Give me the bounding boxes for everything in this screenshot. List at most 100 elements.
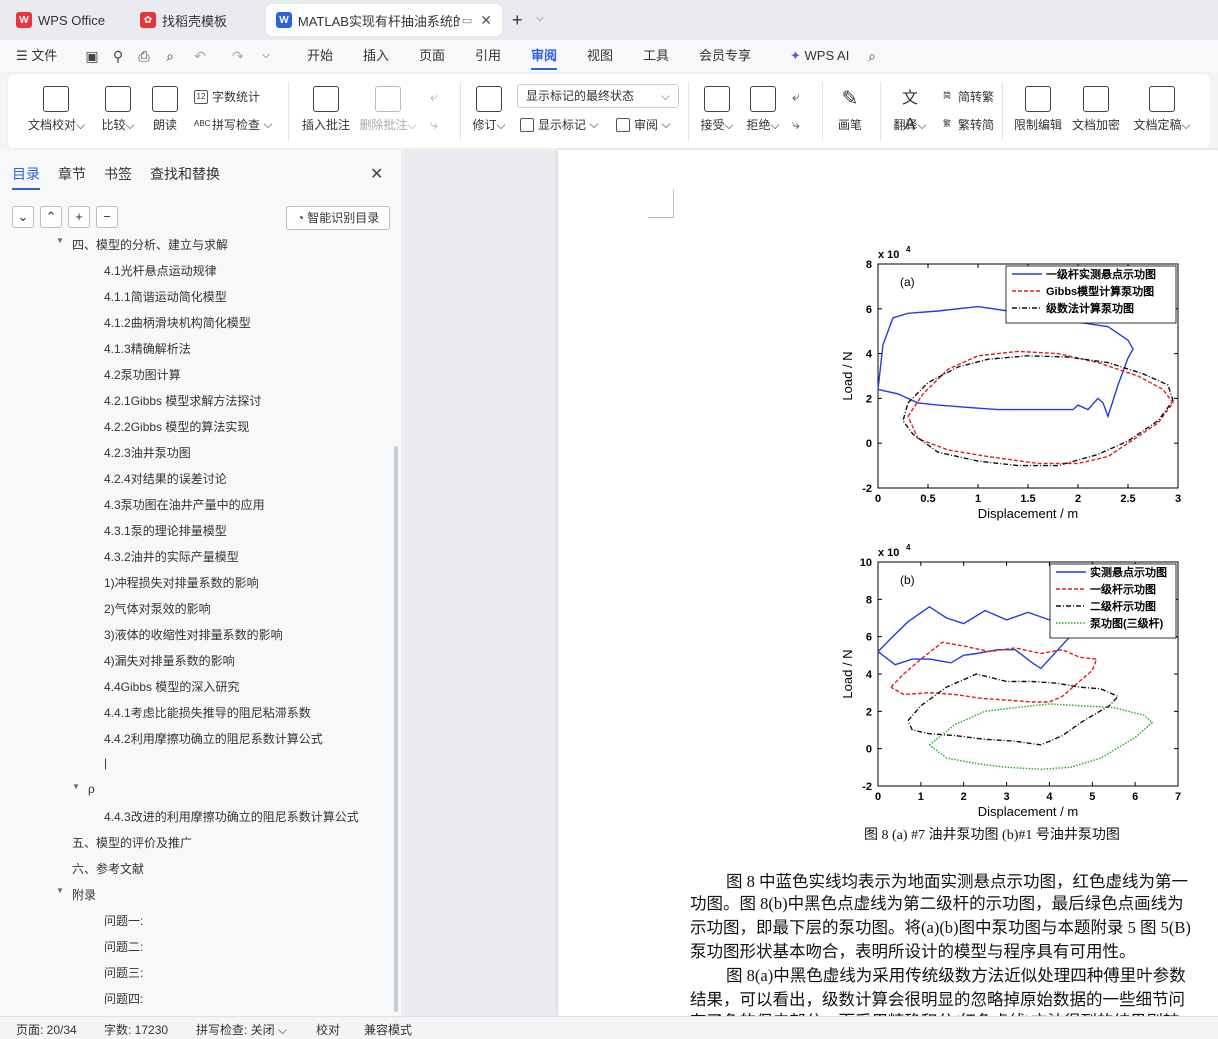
delete-comment-button[interactable]: 删除批注⌵ — [358, 86, 418, 133]
review-pane-button[interactable]: 审阅 ⌵ — [616, 116, 670, 133]
toc-item[interactable]: 4.1.3精确解析法 — [104, 340, 191, 357]
toc-item[interactable]: 4.3.1泵的理论排量模型 — [104, 522, 227, 539]
spell-check-status[interactable]: 拼写检查: 关闭 ⌵ — [196, 1021, 287, 1038]
toc-item[interactable]: 4.1.1简谐运动简化模型 — [104, 288, 227, 305]
read-aloud-button[interactable]: 朗读 — [148, 86, 182, 133]
tab-current-document[interactable]: W MATLAB实现有杆抽油系统的 ▭ ✕ — [266, 4, 502, 36]
expand-triangle-icon[interactable]: ▼ — [56, 238, 64, 245]
to-simplified-button[interactable]: 繁繁转简 — [940, 116, 994, 133]
toc-item-label: 4.2泵功图计算 — [104, 368, 181, 382]
to-traditional-button[interactable]: 简简转繁 — [940, 88, 994, 105]
toc-item[interactable]: 问题四: — [104, 990, 143, 1007]
translate-button[interactable]: 文A 翻译⌵ — [890, 86, 930, 133]
new-tab-icon[interactable]: + — [512, 10, 523, 31]
toc-item[interactable]: 4.1光杆悬点运动规律 — [104, 262, 217, 279]
collapse-up-button[interactable]: ⌃ — [40, 206, 62, 228]
toc-item[interactable]: 4.2.3油井泵功图 — [104, 444, 191, 461]
page-indicator[interactable]: 页面: 20/34 — [16, 1021, 77, 1038]
show-markup-button[interactable]: 显示标记 ⌵ — [520, 116, 598, 133]
pen-button[interactable]: ✎ 画笔 — [834, 86, 866, 133]
toc-item[interactable]: 4)漏失对排量系数的影响 — [104, 652, 235, 669]
expand-triangle-icon[interactable]: ▼ — [56, 886, 64, 895]
tab-bookmarks[interactable]: 书签 — [104, 164, 132, 184]
tab-toc[interactable]: 目录 — [12, 164, 40, 190]
toc-item[interactable]: ▼ 附录 — [56, 886, 96, 903]
chevron-down-icon[interactable]: ⌵ — [536, 13, 544, 24]
toc-item[interactable]: 4.2泵功图计算 — [104, 366, 181, 383]
toc-item[interactable]: 4.2.1Gibbs 模型求解方法探讨 — [104, 392, 261, 409]
collapse-down-button[interactable]: ⌄ — [12, 206, 34, 228]
close-pane-icon[interactable]: ✕ — [370, 164, 383, 184]
toc-item[interactable]: 4.4.2利用摩擦功确立的阻尼系数计算公式 — [104, 730, 323, 747]
menu-home[interactable]: 开始 — [307, 40, 333, 72]
reject-button[interactable]: 拒绝⌵ — [744, 86, 782, 133]
previous-comment-icon[interactable]: ⤶ — [430, 88, 438, 105]
file-menu[interactable]: ☰ 文件 — [16, 40, 57, 72]
toc-item[interactable]: 4.4.1考虑比能损失推导的阻尼粘滞系数 — [104, 704, 311, 721]
toc-item[interactable]: 4.2.4对结果的误差讨论 — [104, 470, 227, 487]
toc-item[interactable]: ▼ ρ — [72, 782, 95, 796]
toc-item[interactable]: 2)气体对泵效的影响 — [104, 600, 211, 617]
toc-item[interactable]: 问题三: — [104, 964, 143, 981]
finalize-button[interactable]: 文档定稿⌵ — [1130, 86, 1194, 133]
chevron-down-icon[interactable]: ⌵ — [258, 48, 274, 64]
toc-item[interactable]: 3)液体的收缩性对排量系数的影响 — [104, 626, 283, 643]
wps-ai-button[interactable]: ✦ WPS AI — [790, 40, 849, 72]
word-count-status[interactable]: 字数: 17230 — [104, 1021, 168, 1038]
doc-check-button[interactable]: 文档校对⌵ — [28, 86, 85, 133]
tab-chapters[interactable]: 章节 — [58, 164, 86, 184]
menu-tools[interactable]: 工具 — [643, 40, 669, 72]
menu-page[interactable]: 页面 — [419, 40, 445, 72]
smart-toc-button[interactable]: ◔ 智能识别目录 — [286, 206, 390, 230]
expand-level-button[interactable]: + — [68, 206, 90, 228]
tab-docer-templates[interactable]: ✿ 找稻壳模板 — [130, 4, 260, 36]
toc-item[interactable]: 4.4Gibbs 模型的深入研究 — [104, 678, 239, 695]
toc-item[interactable]: 4.3.2油井的实际产量模型 — [104, 548, 239, 565]
screen-icon[interactable]: ▭ — [462, 14, 472, 27]
restrict-edit-button[interactable]: 限制编辑 — [1012, 86, 1064, 133]
print-preview-icon[interactable]: ⌕ — [162, 48, 178, 64]
insert-comment-button[interactable]: 插入批注 — [298, 86, 354, 133]
accept-button[interactable]: 接受⌵ — [698, 86, 736, 133]
search-icon[interactable]: ⌕ — [864, 48, 880, 64]
compare-button[interactable]: 比较⌵ — [96, 86, 140, 133]
word-count-button[interactable]: 12 字数统计 — [194, 88, 260, 105]
toc-item[interactable]: 六、参考文献 — [72, 860, 144, 877]
menu-review[interactable]: 审阅 — [531, 40, 558, 72]
tab-find-replace[interactable]: 查找和替换 — [150, 164, 220, 184]
toc-scrollbar[interactable] — [394, 446, 398, 1012]
toc-item[interactable]: 问题二: — [104, 938, 143, 955]
toc-item[interactable]: 1)冲程损失对排量系数的影响 — [104, 574, 259, 591]
print-icon[interactable]: ⎙ — [136, 48, 152, 64]
menu-member[interactable]: 会员专享 — [699, 40, 751, 72]
toc-item[interactable]: 五、模型的评价及推广 — [72, 834, 192, 851]
undo-icon[interactable]: ↶ — [192, 48, 208, 64]
proof-status[interactable]: 校对 — [316, 1021, 340, 1038]
collapse-level-button[interactable]: − — [96, 206, 118, 228]
tab-wps-office[interactable]: W WPS Office — [6, 4, 124, 36]
toc-item[interactable]: | — [104, 756, 107, 770]
menu-view[interactable]: 视图 — [587, 40, 613, 72]
toc-item[interactable]: ▼ 四、模型的分析、建立与求解 — [56, 238, 228, 253]
previous-change-icon[interactable]: ⤶ — [792, 88, 800, 105]
share-icon[interactable]: ⚲ — [110, 48, 126, 64]
toc-item[interactable]: 4.2.2Gibbs 模型的算法实现 — [104, 418, 249, 435]
save-icon[interactable]: ▣ — [84, 48, 100, 64]
menu-references[interactable]: 引用 — [475, 40, 501, 72]
next-change-icon[interactable]: ⤷ — [792, 116, 800, 133]
close-tab-icon[interactable]: ✕ — [480, 12, 492, 29]
encrypt-button[interactable]: 文档加密 — [1070, 86, 1122, 133]
revise-button[interactable]: 修订⌵ — [470, 86, 508, 133]
toc-item[interactable]: 4.4.3改进的利用摩擦功确立的阻尼系数计算公式 — [104, 808, 359, 825]
toc-item[interactable]: 问题一: — [104, 912, 143, 929]
x-tick-label: 4 — [1046, 791, 1053, 803]
menu-insert[interactable]: 插入 — [363, 40, 389, 72]
toc-list: ▼ 四、模型的分析、建立与求解 4.1光杆悬点运动规律 4.1.1简谐运动简化模型 4.… — [0, 238, 392, 1014]
toc-item[interactable]: 4.1.2曲柄滑块机构简化模型 — [104, 314, 251, 331]
expand-triangle-icon[interactable]: ▼ — [72, 782, 80, 791]
toc-item[interactable]: 4.3泵功图在油井产量中的应用 — [104, 496, 265, 513]
redo-icon[interactable]: ↷ — [230, 48, 246, 64]
spell-check-button[interactable]: ABC 拼写检查 ⌵ — [194, 116, 272, 133]
next-comment-icon[interactable]: ⤷ — [430, 116, 438, 133]
markup-state-select[interactable]: 显示标记的最终状态 ⌵ — [517, 84, 679, 108]
